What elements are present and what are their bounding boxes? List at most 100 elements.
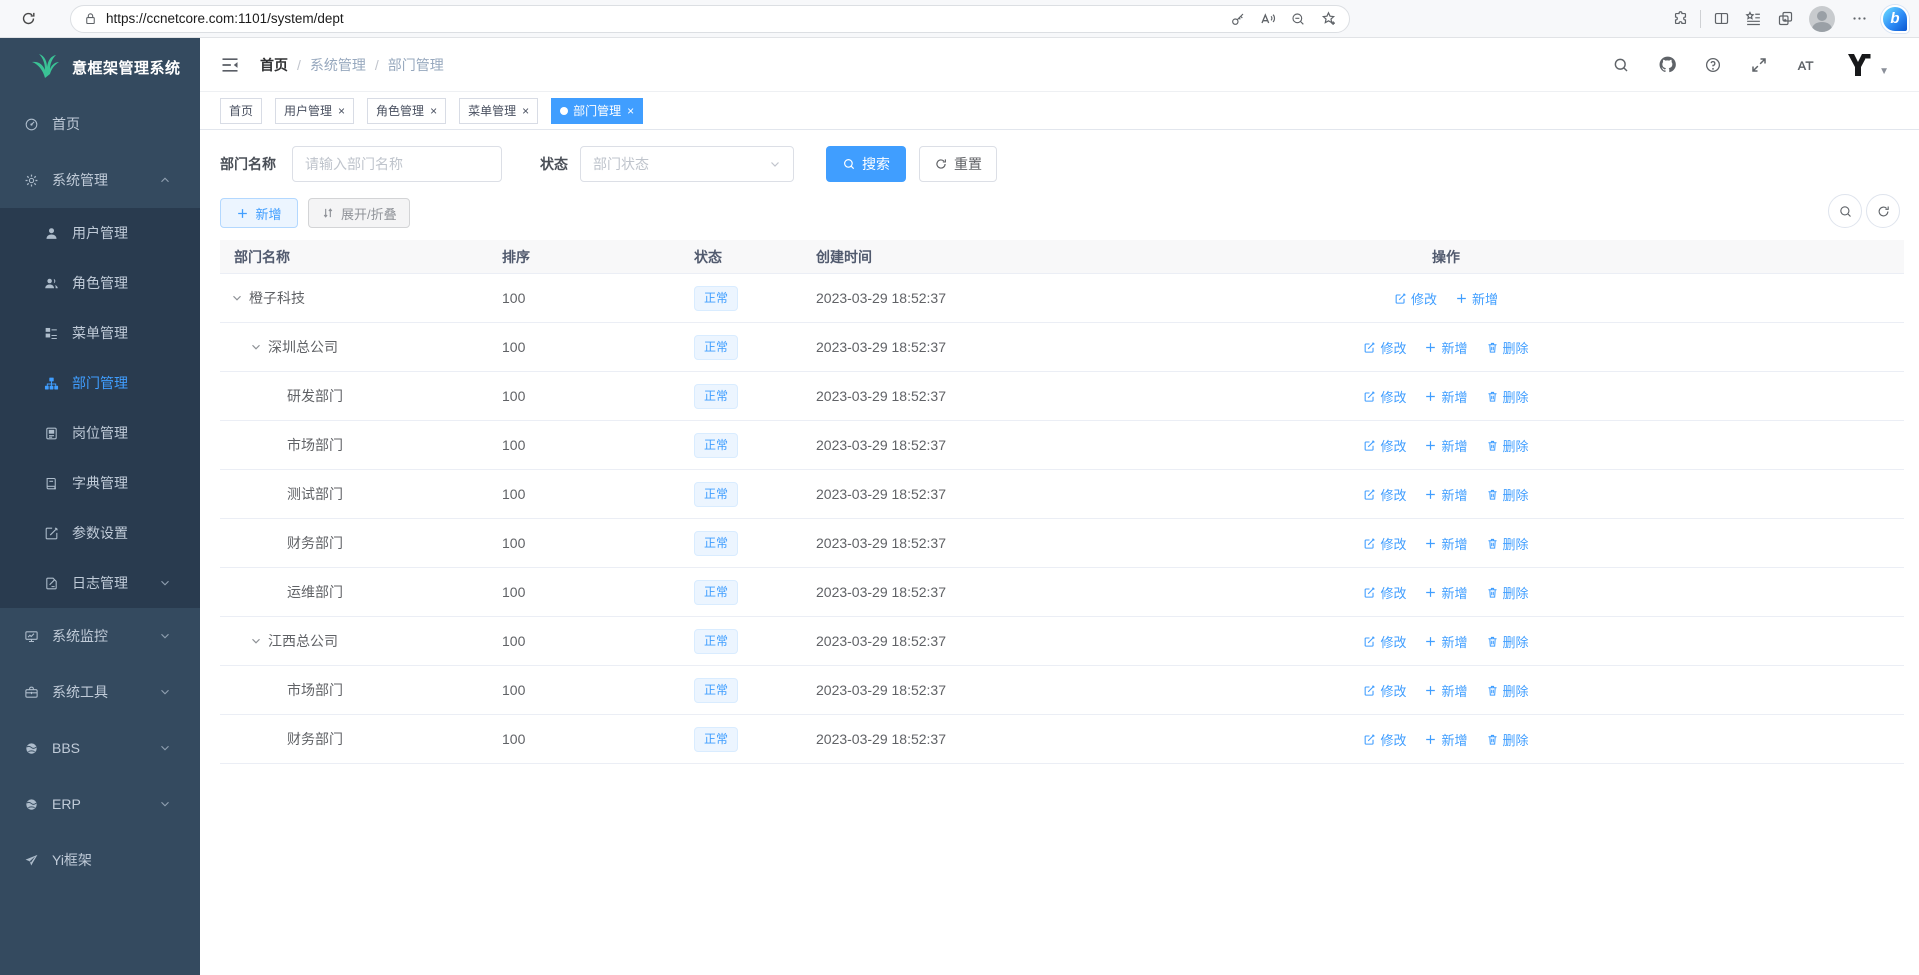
back-button[interactable] (10, 0, 46, 4)
app-logo[interactable]: 意框架管理系统 (0, 38, 200, 96)
sidebar-item-6[interactable]: 岗位管理 (0, 408, 200, 458)
row-action-新增[interactable]: 新增 (1424, 436, 1467, 455)
address-bar[interactable]: https://ccnetcore.com:1101/system/dept (70, 5, 1350, 33)
sidebar-item-14[interactable]: Yi框架 (0, 832, 200, 888)
tab-首页[interactable]: 首页 (220, 98, 262, 124)
extensions-button[interactable] (1664, 4, 1696, 34)
row-action-新增[interactable]: 新增 (1424, 632, 1467, 651)
close-icon[interactable]: × (430, 105, 437, 117)
read-aloud-button[interactable] (1253, 6, 1283, 32)
tab-用户管理[interactable]: 用户管理 × (275, 98, 354, 124)
expand-collapse-button[interactable]: 展开/折叠 (308, 198, 410, 228)
breadcrumb-dept[interactable]: 部门管理 (388, 55, 444, 75)
table-row: 橙子科技 100 正常 2023-03-29 18:52:37 修改新增 (220, 274, 1904, 323)
row-action-删除[interactable]: 删除 (1486, 583, 1529, 602)
favorite-add-button[interactable] (1313, 6, 1343, 32)
leaf-logo-icon (30, 54, 60, 80)
more-button[interactable] (1843, 4, 1875, 34)
sidebar-item-3[interactable]: 角色管理 (0, 258, 200, 308)
row-action-删除[interactable]: 删除 (1486, 338, 1529, 357)
sidebar-item-2[interactable]: 用户管理 (0, 208, 200, 258)
breadcrumb-system[interactable]: 系统管理 (310, 55, 366, 75)
row-action-新增[interactable]: 新增 (1424, 534, 1467, 553)
sidebar-item-4[interactable]: 菜单管理 (0, 308, 200, 358)
zoom-out-button[interactable] (1283, 6, 1313, 32)
expand-row-icon[interactable] (249, 634, 263, 648)
row-action-删除[interactable]: 删除 (1486, 632, 1529, 651)
search-button[interactable]: 搜索 (826, 146, 906, 182)
text-size-button[interactable] (1793, 53, 1817, 77)
sidebar-item-10[interactable]: 系统监控 (0, 608, 200, 664)
chevron-down-icon (159, 742, 171, 754)
expand-row-icon[interactable] (249, 340, 263, 354)
sidebar-item-12[interactable]: BBS (0, 720, 200, 776)
row-action-新增[interactable]: 新增 (1424, 583, 1467, 602)
bing-chat-button[interactable]: b (1881, 5, 1909, 33)
actions-cell: 修改新增删除 (1348, 730, 1544, 749)
collections-button[interactable] (1737, 4, 1769, 34)
row-action-修改[interactable]: 修改 (1363, 387, 1406, 406)
tab-角色管理[interactable]: 角色管理 × (367, 98, 446, 124)
show-search-button[interactable] (1828, 194, 1862, 228)
sidebar-item-1[interactable]: 系统管理 (0, 152, 200, 208)
tab-actions-button[interactable] (1769, 4, 1801, 34)
row-action-修改[interactable]: 修改 (1363, 436, 1406, 455)
close-icon[interactable]: × (627, 105, 634, 117)
row-action-删除[interactable]: 删除 (1486, 534, 1529, 553)
row-action-新增[interactable]: 新增 (1424, 485, 1467, 504)
search-button[interactable] (1609, 53, 1633, 77)
row-action-新增[interactable]: 新增 (1424, 387, 1467, 406)
close-icon[interactable]: × (338, 105, 345, 117)
refresh-button[interactable] (10, 4, 46, 34)
sidebar-item-9[interactable]: 日志管理 (0, 558, 200, 608)
row-action-修改[interactable]: 修改 (1363, 730, 1406, 749)
split-screen-button[interactable] (1705, 4, 1737, 34)
sidebar-fold-icon[interactable] (220, 55, 240, 75)
dept-name-cell: 运维部门 (220, 582, 488, 602)
breadcrumb-home[interactable]: 首页 (260, 55, 288, 75)
row-action-删除[interactable]: 删除 (1486, 436, 1529, 455)
row-action-删除[interactable]: 删除 (1486, 485, 1529, 504)
sidebar-item-7[interactable]: 字典管理 (0, 458, 200, 508)
row-action-新增[interactable]: 新增 (1455, 289, 1498, 308)
profile-avatar[interactable] (1809, 6, 1835, 32)
sidebar-menu: 首页 系统管理 用户管理 角色管理 菜单管理 部门管理 岗位管理 字典管理 (0, 96, 200, 975)
row-action-修改[interactable]: 修改 (1363, 534, 1406, 553)
fullscreen-button[interactable] (1747, 53, 1771, 77)
reset-button-label: 重置 (954, 154, 982, 174)
reset-button[interactable]: 重置 (919, 146, 997, 182)
refresh-table-button[interactable] (1866, 194, 1900, 228)
sidebar-item-11[interactable]: 系统工具 (0, 664, 200, 720)
row-action-新增[interactable]: 新增 (1424, 338, 1467, 357)
status-select[interactable]: 部门状态 (580, 146, 794, 182)
row-action-修改[interactable]: 修改 (1394, 289, 1437, 308)
tab-部门管理[interactable]: 部门管理 × (551, 98, 643, 124)
question-button[interactable] (1701, 53, 1725, 77)
tab-菜单管理[interactable]: 菜单管理 × (459, 98, 538, 124)
sidebar-item-0[interactable]: 首页 (0, 96, 200, 152)
add-dept-button[interactable]: 新增 (220, 198, 298, 228)
github-button[interactable] (1655, 53, 1679, 77)
sidebar-item-13[interactable]: ERP (0, 776, 200, 832)
row-action-新增[interactable]: 新增 (1424, 681, 1467, 700)
row-action-删除[interactable]: 删除 (1486, 730, 1529, 749)
user-logo-menu[interactable]: ▼ (1843, 50, 1889, 80)
row-action-修改[interactable]: 修改 (1363, 583, 1406, 602)
row-action-修改[interactable]: 修改 (1363, 485, 1406, 504)
expand-row-icon[interactable] (230, 291, 244, 305)
row-action-修改[interactable]: 修改 (1363, 681, 1406, 700)
dept-name: 深圳总公司 (268, 337, 338, 357)
sidebar-item-5[interactable]: 部门管理 (0, 358, 200, 408)
sidebar-item-8[interactable]: 参数设置 (0, 508, 200, 558)
url-text[interactable]: https://ccnetcore.com:1101/system/dept (106, 11, 1223, 26)
plus-icon (1424, 341, 1437, 354)
row-action-修改[interactable]: 修改 (1363, 632, 1406, 651)
row-action-修改[interactable]: 修改 (1363, 338, 1406, 357)
action-label: 新增 (1441, 632, 1467, 651)
close-icon[interactable]: × (522, 105, 529, 117)
dept-name-input[interactable] (305, 156, 489, 172)
row-action-删除[interactable]: 删除 (1486, 681, 1529, 700)
key-button[interactable] (1223, 6, 1253, 32)
row-action-删除[interactable]: 删除 (1486, 387, 1529, 406)
row-action-新增[interactable]: 新增 (1424, 730, 1467, 749)
